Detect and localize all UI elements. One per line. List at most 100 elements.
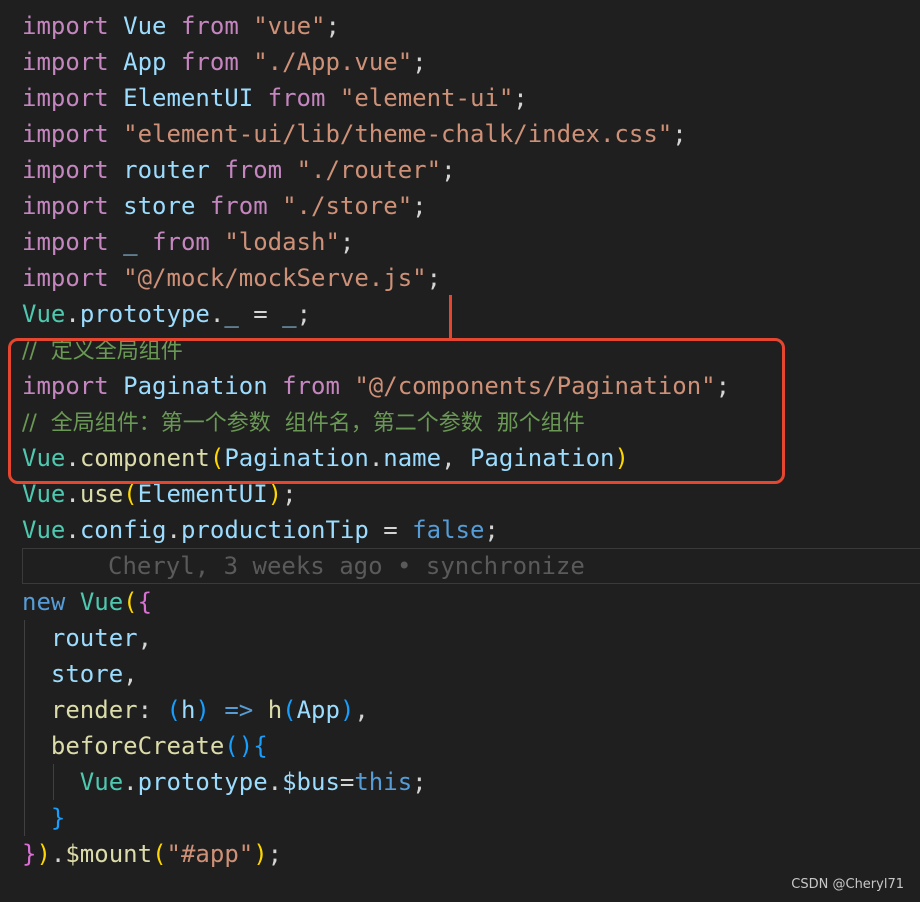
code-token: , [123, 660, 138, 688]
code-line[interactable]: new Vue({ [22, 584, 152, 620]
code-token: App [123, 48, 167, 76]
code-token: ) [238, 732, 254, 760]
code-token: ) [195, 696, 210, 724]
code-token: import [22, 192, 109, 220]
code-token: _ [224, 300, 239, 328]
code-token: $bus [282, 768, 340, 796]
code-token: ) [36, 840, 51, 868]
code-line[interactable]: Vue.prototype._ = _; [22, 296, 311, 332]
code-token: , [137, 624, 153, 652]
code-token: "element-ui" [339, 84, 514, 112]
code-token: . [50, 840, 66, 868]
code-token: = [238, 300, 283, 328]
code-token: _ [282, 300, 297, 328]
code-token: "element-ui/lib/theme-chalk/index.css" [123, 120, 673, 148]
code-token: import [22, 228, 109, 256]
code-token: : [137, 696, 167, 724]
code-token: ( [166, 696, 181, 724]
highlight-box [8, 338, 785, 484]
code-token: prototype [79, 300, 210, 328]
code-token: from [267, 84, 326, 112]
code-line[interactable]: import _ from "lodash"; [22, 224, 354, 260]
code-token: from [224, 156, 283, 184]
code-token: } [22, 840, 37, 868]
code-editor[interactable]: Cheryl, 3 weeks ago • synchronize import… [0, 0, 920, 902]
code-token: ElementUI [137, 480, 268, 508]
code-line[interactable]: import App from "./App.vue"; [22, 44, 427, 80]
code-token: Vue [123, 12, 167, 40]
code-line[interactable]: import ElementUI from "element-ui"; [22, 80, 528, 116]
code-line[interactable]: store, [22, 656, 138, 692]
code-token: = [339, 768, 355, 796]
git-blame-annotation: Cheryl, 3 weeks ago • synchronize [108, 552, 585, 580]
code-token: ; [426, 264, 442, 292]
code-token: beforeCreate [50, 732, 225, 760]
code-token: ; [513, 84, 528, 112]
code-token: ; [267, 840, 283, 868]
code-token: h [180, 696, 196, 724]
annotation-connector [449, 295, 452, 341]
code-token: from [180, 12, 239, 40]
code-token: App [296, 696, 340, 724]
code-line[interactable]: import "element-ui/lib/theme-chalk/index… [22, 116, 687, 152]
code-token: productionTip [180, 516, 369, 544]
code-token: ; [296, 300, 312, 328]
code-token: render [50, 696, 138, 724]
code-token: ( [123, 588, 138, 616]
code-line[interactable]: Vue.prototype.$bus=this; [22, 764, 427, 800]
code-token: Vue [79, 768, 124, 796]
code-token: "./App.vue" [253, 48, 413, 76]
code-line[interactable]: router, [22, 620, 152, 656]
code-line[interactable]: import router from "./router"; [22, 152, 456, 188]
code-line[interactable]: import store from "./store"; [22, 188, 427, 224]
code-line[interactable]: }).$mount("#app"); [22, 836, 282, 872]
code-line[interactable]: Vue.config.productionTip = false; [22, 512, 499, 548]
watermark: CSDN @Cheryl71 [791, 877, 904, 892]
code-token: Vue [22, 516, 66, 544]
code-token: from [209, 192, 268, 220]
code-token: ( [282, 696, 297, 724]
code-token: "@/mock/mockServe.js" [123, 264, 427, 292]
code-token: ; [412, 768, 427, 796]
code-token: ) [253, 840, 268, 868]
code-token: . [123, 768, 138, 796]
code-token: import [22, 156, 109, 184]
code-token: h [267, 696, 283, 724]
code-token: from [152, 228, 210, 256]
code-token: ; [441, 156, 456, 184]
code-token: ( [224, 732, 239, 760]
code-line[interactable]: import Vue from "vue"; [22, 8, 340, 44]
code-line[interactable]: import "@/mock/mockServe.js"; [22, 260, 441, 296]
code-token: import [22, 12, 109, 40]
code-token: "lodash" [224, 228, 340, 256]
code-token: ) [339, 696, 355, 724]
code-token: ; [672, 120, 687, 148]
code-token: } [50, 804, 66, 832]
code-token: ; [412, 48, 427, 76]
code-token: "vue" [253, 12, 326, 40]
code-token: . [65, 516, 80, 544]
code-line[interactable]: } [22, 800, 65, 836]
code-token: . [65, 480, 80, 508]
code-line[interactable]: beforeCreate(){ [22, 728, 268, 764]
code-line[interactable]: render: (h) => h(App), [22, 692, 369, 728]
code-token: . [65, 300, 80, 328]
code-token: ; [412, 192, 427, 220]
code-token: config [79, 516, 167, 544]
code-token: { [253, 732, 268, 760]
